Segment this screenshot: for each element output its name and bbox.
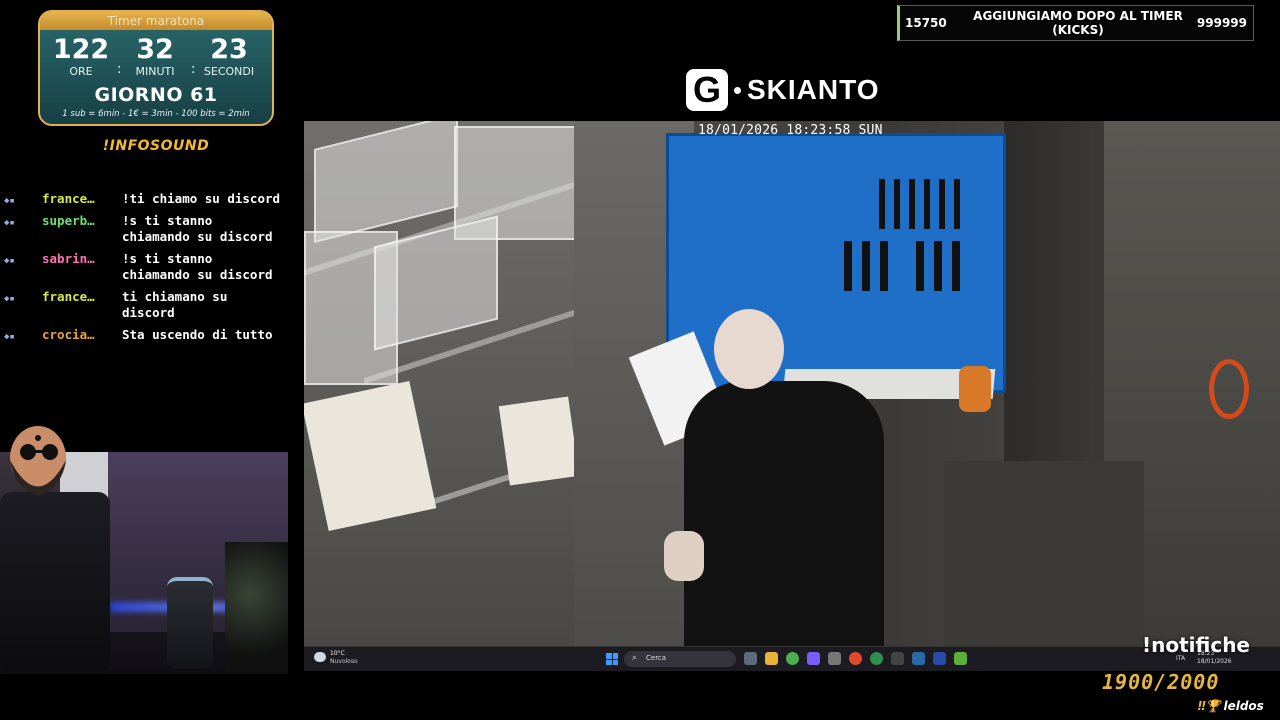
ticker-text: leldos [1223, 699, 1264, 713]
app-icon[interactable] [870, 652, 883, 665]
banner-current-value: 15750 [905, 16, 947, 30]
chat-message: ◆▪ sabrin… !s ti stanno chiamando su dis… [2, 251, 292, 283]
chat-message: ◆▪ crocia… Sta uscendo di tutto [2, 327, 292, 343]
wrench-tool [924, 179, 930, 229]
wrench-tool [939, 179, 945, 229]
file-explorer-icon[interactable] [765, 652, 778, 665]
app-icon[interactable] [933, 652, 946, 665]
white-bag [498, 396, 580, 486]
infosound-command: !INFOSOUND [102, 138, 210, 154]
banner-target-value: 999999 [1196, 16, 1247, 30]
chat-badge-icon: ◆▪ [4, 294, 15, 304]
timer-hours-label: ORE [69, 65, 93, 78]
chat-text: !s ti stanno chiamando su discord [122, 213, 273, 244]
chat-message: ◆▪ france… ti chiamano su discord [2, 289, 292, 321]
camera-timestamp: 18/01/2026 18:23:58 SUN [698, 123, 883, 138]
bearded-face-emote-icon [10, 426, 66, 496]
garage-camera-feed: 18/01/2026 18:23:58 SUN [304, 121, 1280, 646]
discord-icon[interactable] [807, 652, 820, 665]
wrench-tool [894, 179, 900, 229]
timer-rates: 1 sub = 6min - 1€ = 3min - 100 bits = 2m… [62, 109, 250, 119]
channel-logo: G SKIANTO [686, 67, 880, 113]
chat-badge-icon: ◆▪ [4, 332, 15, 342]
cloud-icon[interactable] [314, 652, 326, 662]
chat-panel: ◆▪ france… !ti chiamo su discord ◆▪ supe… [2, 191, 292, 349]
sub-goal-counter: 1900/2000 [1102, 670, 1220, 694]
app-icon[interactable] [828, 652, 841, 665]
taskbar-search[interactable]: ⌕ Cerca [624, 651, 736, 667]
timer-minutes-label: MINUTI [135, 65, 175, 78]
logo-dot [734, 86, 741, 94]
chat-badge-icon: ◆▪ [4, 196, 15, 206]
webcam-speaker [167, 577, 213, 669]
steam-icon[interactable] [912, 652, 925, 665]
logo-name: SKIANTO [747, 74, 880, 105]
event-ticker: ‼🏆 leldos [1198, 699, 1280, 717]
chat-username[interactable]: superb… [42, 213, 120, 229]
clock-date[interactable]: 18/01/2026 [1197, 658, 1232, 665]
notifiche-command: !notifiche [1142, 633, 1250, 657]
marathon-timer: Timer maratona 122 32 23 : : ORE MINUTI … [38, 10, 274, 126]
windows-start-icon[interactable] [606, 653, 618, 665]
search-icon: ⌕ [632, 653, 638, 663]
screwdriver-tool [934, 241, 942, 291]
chat-text: ti chiamano su discord [122, 289, 228, 320]
screwdriver-tool [862, 241, 870, 291]
chat-username[interactable]: sabrin… [42, 251, 120, 267]
chat-username[interactable]: france… [42, 289, 120, 305]
timer-seconds: 23 [210, 34, 248, 65]
chat-message: ◆▪ superb… !s ti stanno chiamando su dis… [2, 213, 292, 245]
wrench-tool [909, 179, 915, 229]
wrench-tool [954, 179, 960, 229]
chat-text: !s ti stanno chiamando su discord [122, 251, 273, 282]
weather-temperature[interactable]: 10°C [330, 650, 345, 657]
chat-username[interactable]: france… [42, 191, 120, 207]
webcam-plant [225, 542, 288, 672]
app-icon[interactable] [954, 652, 967, 665]
trophy-icon: ‼🏆 [1198, 699, 1221, 713]
timer-hours: 122 [52, 34, 110, 65]
weather-description[interactable]: Nuvoloso [330, 658, 358, 665]
timer-seconds-label: SECONDI [203, 65, 255, 78]
app-icon[interactable] [849, 652, 862, 665]
search-placeholder: Cerca [646, 654, 667, 662]
screwdriver-tool [916, 241, 924, 291]
garage-floor [944, 461, 1144, 646]
logo-letter: G [686, 69, 728, 111]
screwdriver-tool [880, 241, 888, 291]
work-gloves [959, 366, 991, 412]
timer-title: Timer maratona [40, 12, 272, 30]
kicks-goal-banner: 15750 AGGIUNGIAMO DOPO AL TIMER (KICKS) … [897, 5, 1254, 41]
banner-title: AGGIUNGIAMO DOPO AL TIMER (KICKS) [973, 9, 1183, 37]
chat-text: !ti chiamo su discord [122, 191, 281, 206]
trimmer-line-spool [1209, 359, 1249, 419]
person-head [714, 309, 784, 389]
screwdriver-tool [844, 241, 852, 291]
windows-taskbar: 10°C Nuvoloso ⌕ Cerca ITA 18:23 18/01/20… [304, 646, 1280, 671]
wrench-tool [879, 179, 885, 229]
task-view-icon[interactable] [744, 652, 757, 665]
chat-badge-icon: ◆▪ [4, 218, 15, 228]
chat-badge-icon: ◆▪ [4, 256, 15, 266]
app-icon[interactable] [891, 652, 904, 665]
screwdriver-tool [952, 241, 960, 291]
chat-message: ◆▪ france… !ti chiamo su discord [2, 191, 292, 207]
person-arm [664, 531, 704, 581]
person-in-black-shirt [684, 381, 884, 646]
chat-text: Sta uscendo di tutto [122, 327, 273, 342]
timer-day: GIORNO 61 [94, 84, 218, 106]
chrome-icon[interactable] [786, 652, 799, 665]
webcam-chair [0, 492, 110, 674]
timer-minutes: 32 [136, 34, 174, 65]
chat-username[interactable]: crocia… [42, 327, 120, 343]
